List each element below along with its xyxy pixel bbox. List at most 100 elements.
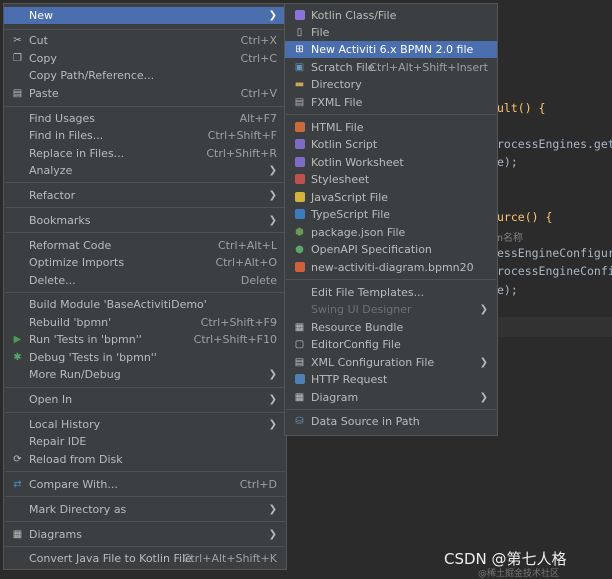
menu-separator: [5, 521, 285, 522]
javascript-file-icon: [294, 192, 305, 203]
menu-item-mark-directory[interactable]: Mark Directory as ❯: [4, 501, 286, 518]
chevron-right-icon: ❯: [268, 394, 277, 405]
chevron-right-icon: ❯: [268, 165, 277, 176]
file-icon: ▯: [296, 27, 303, 38]
menu-item-analyze[interactable]: Analyze ❯: [4, 162, 286, 179]
submenu-item-file[interactable]: ▯ File: [285, 24, 497, 41]
run-icon: ▶: [13, 334, 22, 345]
menu-item-find-in-files[interactable]: Find in Files... Ctrl+Shift+F: [4, 127, 286, 144]
submenu-item-kotlin-worksheet[interactable]: Kotlin Worksheet: [285, 154, 497, 171]
menu-item-refactor[interactable]: Refactor ❯: [4, 187, 286, 204]
fxml-file-icon: ▤: [294, 97, 305, 108]
submenu-item-data-source[interactable]: ⛁ Data Source in Path: [285, 413, 497, 430]
submenu-item-editorconfig[interactable]: ▢ EditorConfig File: [285, 336, 497, 353]
typescript-file-icon: [294, 209, 305, 220]
menu-item-delete[interactable]: Delete... Delete: [4, 272, 286, 289]
submenu-item-http-request[interactable]: HTTP Request: [285, 371, 497, 388]
menu-item-paste[interactable]: ▤ Paste Ctrl+V: [4, 85, 286, 102]
menu-item-cut[interactable]: ✂ Cut Ctrl+X: [4, 32, 286, 49]
kotlin-icon: [294, 10, 305, 21]
menu-item-open-in[interactable]: Open In ❯: [4, 391, 286, 408]
submenu-item-resource-bundle[interactable]: ▦ Resource Bundle: [285, 319, 497, 336]
html-file-icon: [294, 122, 305, 133]
menu-separator: [5, 387, 285, 388]
menu-separator: [286, 114, 496, 115]
menu-separator: [5, 496, 285, 497]
menu-item-reformat-code[interactable]: Reformat Code Ctrl+Alt+L: [4, 237, 286, 254]
menu-separator: [286, 409, 496, 410]
menu-separator: [5, 182, 285, 183]
menu-item-bookmarks[interactable]: Bookmarks ❯: [4, 212, 286, 229]
menu-item-compare-with[interactable]: ⇄ Compare With... Ctrl+D: [4, 476, 286, 493]
menu-separator: [5, 292, 285, 293]
submenu-item-openapi[interactable]: ● OpenAPI Specification: [285, 241, 497, 258]
submenu-item-stylesheet[interactable]: Stylesheet: [285, 171, 497, 188]
menu-separator: [5, 29, 285, 30]
submenu-item-new-activiti[interactable]: ⊞ New Activiti 6.x BPMN 2.0 file: [285, 41, 497, 58]
chevron-right-icon: ❯: [268, 369, 277, 380]
code-line: e);: [497, 283, 518, 297]
code-line: essEngineConfigura: [497, 246, 612, 260]
menu-item-build-module[interactable]: Build Module 'BaseActivitiDemo': [4, 296, 286, 313]
chevron-right-icon: ❯: [268, 10, 277, 21]
editorconfig-icon: ▢: [294, 339, 305, 350]
openapi-icon: ●: [295, 244, 304, 255]
code-comment: n名称: [497, 233, 524, 244]
chevron-right-icon: ❯: [268, 215, 277, 226]
menu-item-local-history[interactable]: Local History ❯: [4, 416, 286, 433]
context-menu: New ❯ ✂ Cut Ctrl+X ❐ Copy Ctrl+C Copy Path/…: [3, 3, 287, 570]
menu-item-run-tests[interactable]: ▶ Run 'Tests in 'bpmn'' Ctrl+Shift+F10: [4, 331, 286, 348]
code-line: rocessEngineConfig: [497, 264, 612, 278]
submenu-item-package-json[interactable]: ⬢ package.json File: [285, 224, 497, 241]
menu-item-reload-from-disk[interactable]: ⟳ Reload from Disk: [4, 451, 286, 468]
submenu-item-scratch-file[interactable]: ▣ Scratch File Ctrl+Alt+Shift+Insert: [285, 59, 497, 76]
submenu-item-kotlin-script[interactable]: Kotlin Script: [285, 136, 497, 153]
debug-bug-icon: ✱: [13, 352, 22, 363]
chevron-right-icon: ❯: [479, 392, 488, 403]
menu-item-copy[interactable]: ❐ Copy Ctrl+C: [4, 50, 286, 67]
menu-item-debug-tests[interactable]: ✱ Debug 'Tests in 'bpmn'': [4, 349, 286, 366]
menu-item-find-usages[interactable]: Find Usages Alt+F7: [4, 110, 286, 127]
menu-separator: [286, 279, 496, 280]
menu-item-convert-to-kotlin[interactable]: Convert Java File to Kotlin File Ctrl+Alt…: [4, 550, 286, 567]
menu-item-copy-path[interactable]: Copy Path/Reference...: [4, 67, 286, 84]
submenu-item-javascript[interactable]: JavaScript File: [285, 189, 497, 206]
menu-item-more-run-debug[interactable]: More Run/Debug ❯: [4, 366, 286, 383]
submenu-item-swing-ui-designer[interactable]: Swing UI Designer ❯: [285, 301, 497, 318]
menu-separator: [5, 412, 285, 413]
submenu-item-edit-templates[interactable]: Edit File Templates...: [285, 284, 497, 301]
compare-icon: ⇄: [13, 479, 22, 490]
submenu-item-fxml[interactable]: ▤ FXML File: [285, 94, 497, 111]
copy-icon: ❐: [13, 53, 22, 64]
scratch-file-icon: ▣: [294, 62, 305, 73]
menu-item-repair-ide[interactable]: Repair IDE: [4, 433, 286, 450]
submenu-item-kotlin-class[interactable]: Kotlin Class/File: [285, 7, 497, 24]
chevron-right-icon: ❯: [268, 190, 277, 201]
menu-separator: [5, 471, 285, 472]
package-json-icon: ⬢: [295, 227, 304, 238]
menu-separator: [5, 232, 285, 233]
chevron-right-icon: ❯: [268, 419, 277, 430]
chevron-right-icon: ❯: [479, 304, 488, 315]
css-file-icon: [294, 174, 305, 185]
kotlin-script-icon: [294, 139, 305, 150]
submenu-item-html[interactable]: HTML File: [285, 119, 497, 136]
menu-item-diagrams[interactable]: ▦ Diagrams ❯: [4, 526, 286, 543]
chevron-right-icon: ❯: [268, 529, 277, 540]
menu-item-replace-in-files[interactable]: Replace in Files... Ctrl+Shift+R: [4, 145, 286, 162]
submenu-item-bpmn20-diagram[interactable]: new-activiti-diagram.bpmn20: [285, 259, 497, 276]
chevron-right-icon: ❯: [268, 504, 277, 515]
submenu-item-xml-config[interactable]: ▤ XML Configuration File ❯: [285, 354, 497, 371]
submenu-item-diagram[interactable]: ▦ Diagram ❯: [285, 389, 497, 406]
database-icon: ⛁: [295, 416, 304, 427]
resource-bundle-icon: ▦: [294, 322, 305, 333]
menu-item-optimize-imports[interactable]: Optimize Imports Ctrl+Alt+O: [4, 254, 286, 271]
kotlin-worksheet-icon: [294, 157, 305, 168]
bpmn-file-icon: [294, 262, 305, 273]
menu-item-rebuild[interactable]: Rebuild 'bpmn' Ctrl+Shift+F9: [4, 314, 286, 331]
menu-separator: [5, 546, 285, 547]
submenu-item-directory[interactable]: ▬ Directory: [285, 76, 497, 93]
watermark-sub: @稀土掘金技术社区: [478, 569, 560, 579]
submenu-item-typescript[interactable]: TypeScript File: [285, 206, 497, 223]
menu-item-new[interactable]: New ❯: [4, 7, 286, 24]
